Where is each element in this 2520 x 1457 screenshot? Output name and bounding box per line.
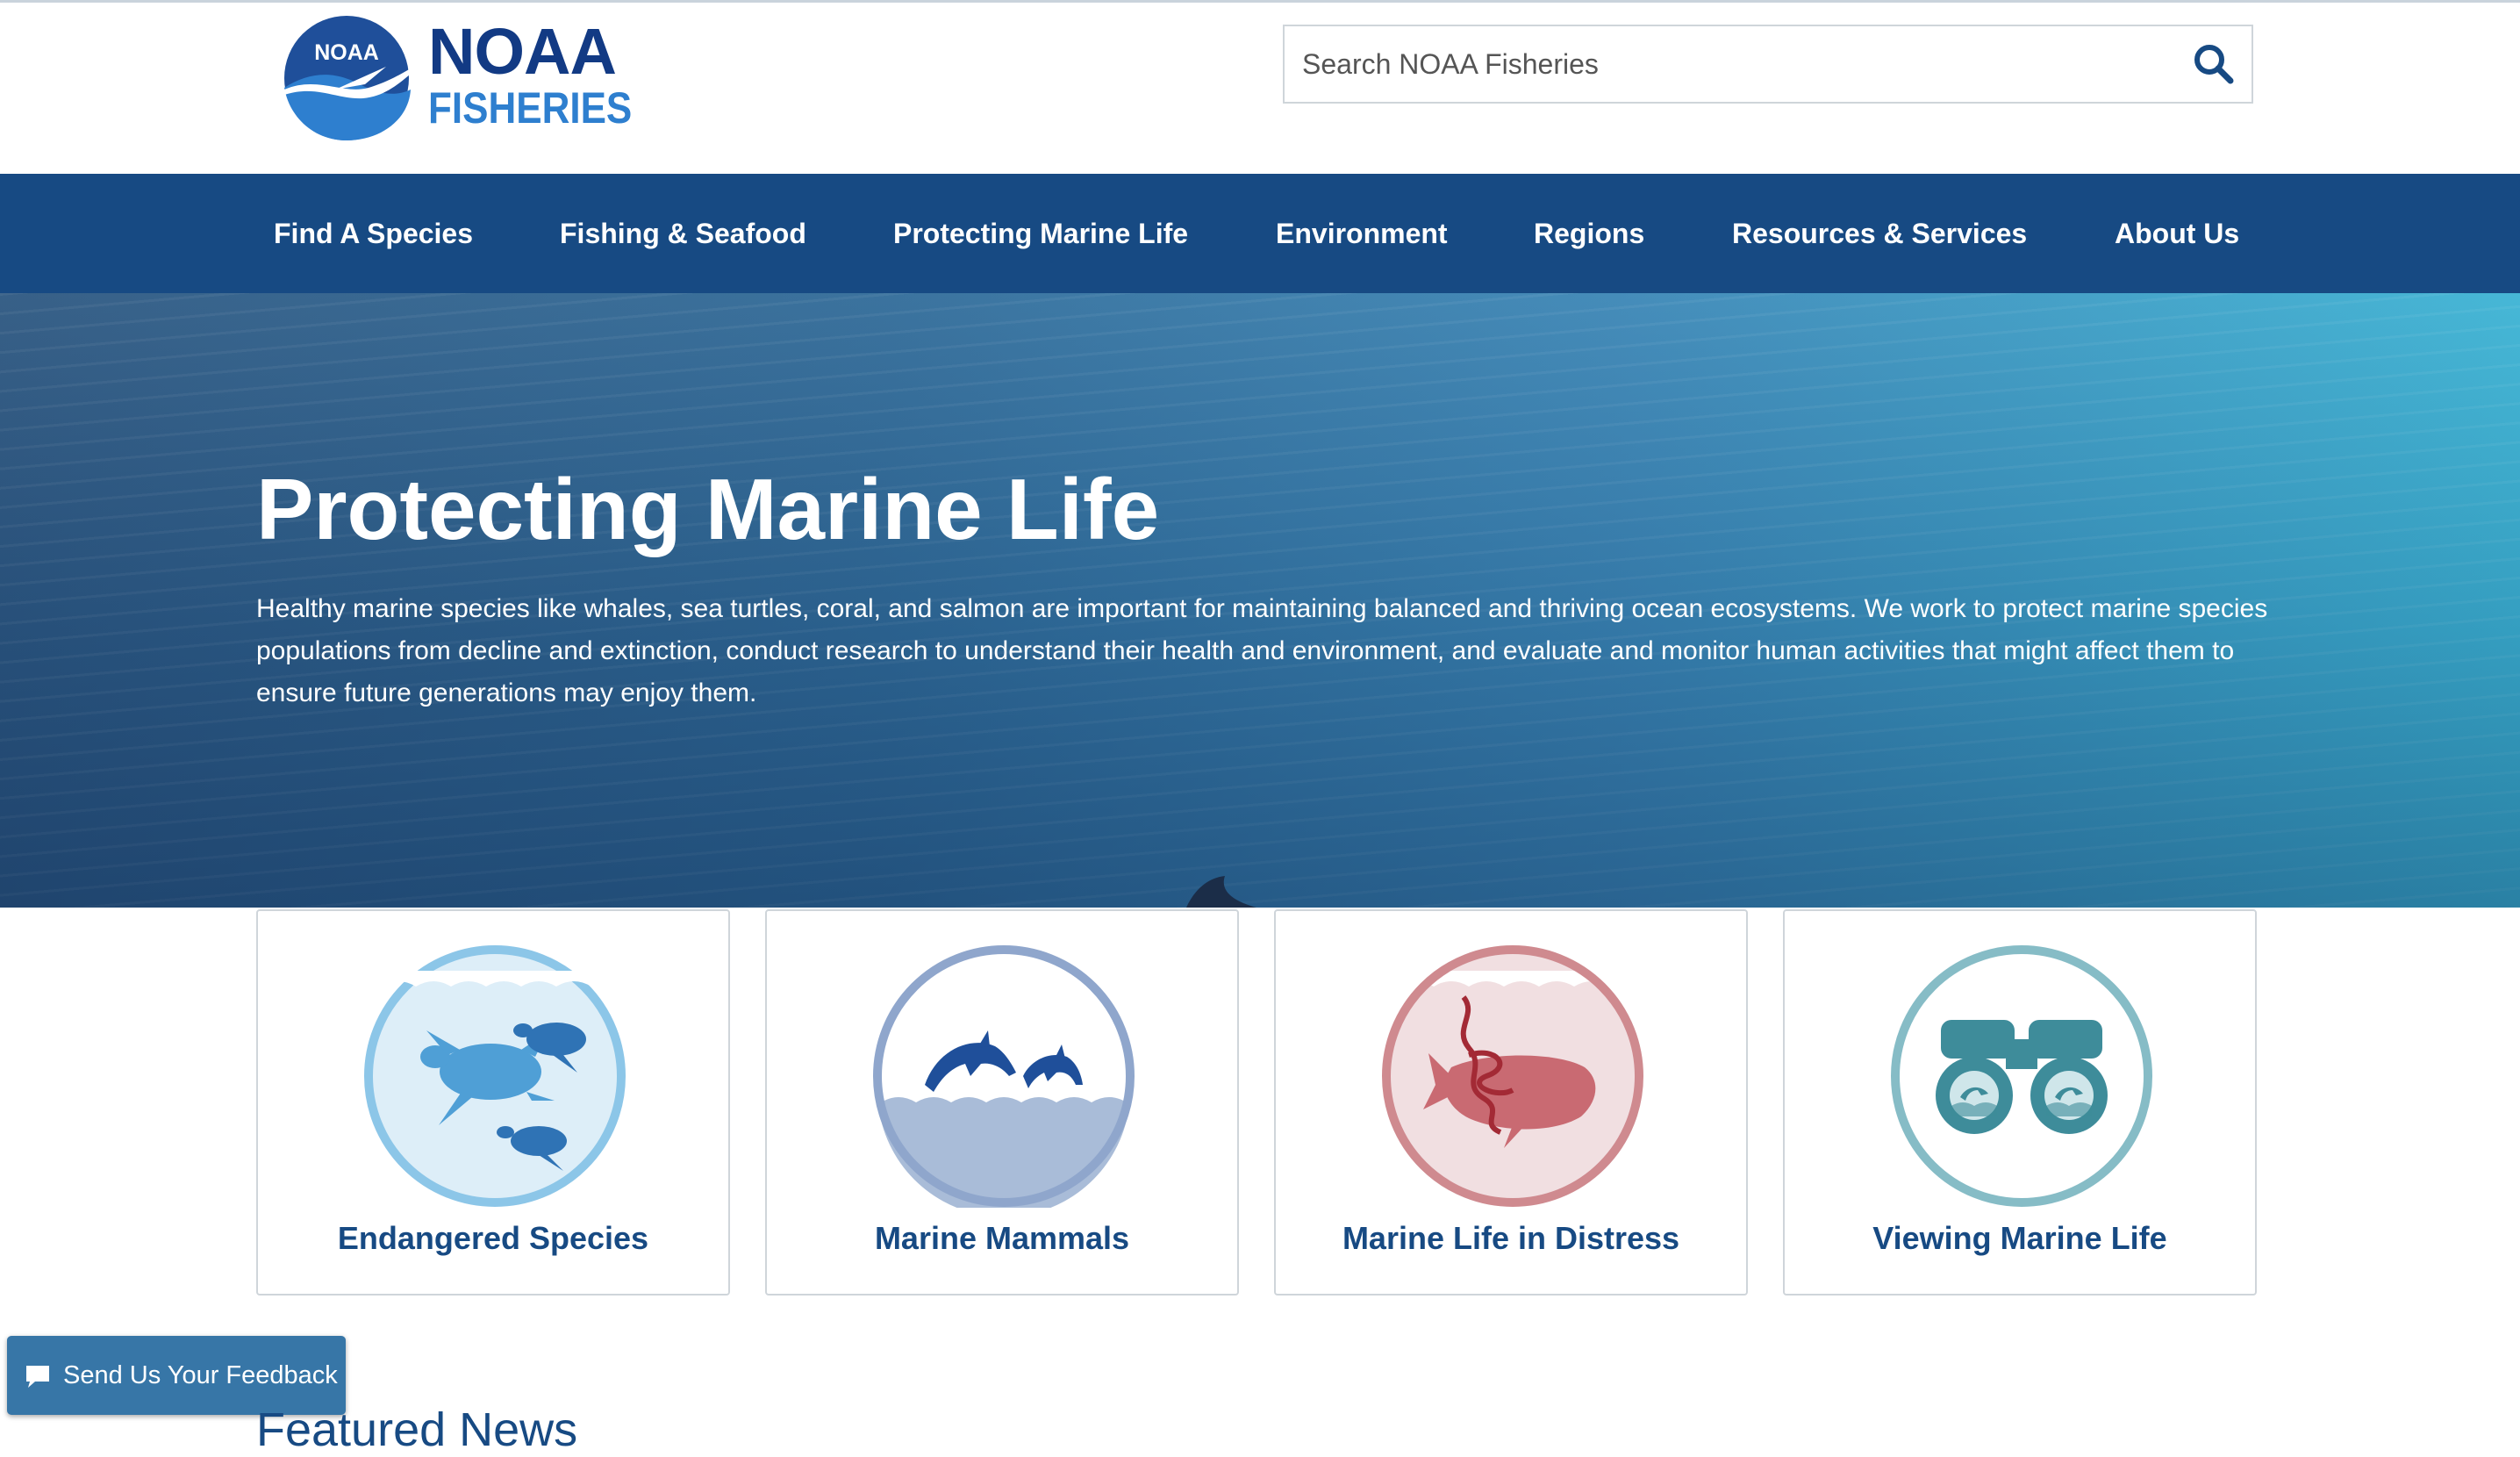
top-border [0, 0, 2520, 3]
card-endangered-species[interactable]: Endangered Species [256, 909, 730, 1296]
logo-emblem-text: NOAA [314, 40, 379, 65]
search-button[interactable] [2192, 42, 2236, 86]
nav-resources-services[interactable]: Resources & Services [1732, 174, 2027, 293]
search-box [1283, 25, 2253, 104]
entangled-whale-icon [1382, 945, 1643, 1207]
sea-turtles-icon [364, 945, 626, 1207]
nav-protecting-marine-life[interactable]: Protecting Marine Life [893, 174, 1188, 293]
binoculars-icon [1891, 945, 2152, 1207]
nav-environment[interactable]: Environment [1276, 174, 1448, 293]
hero-banner: Protecting Marine Life Healthy marine sp… [0, 293, 2520, 908]
dolphin-fin-icon [1186, 876, 1256, 908]
card-marine-life-in-distress[interactable]: Marine Life in Distress [1274, 909, 1748, 1296]
card-label: Endangered Species [337, 1220, 649, 1256]
card-label: Marine Mammals [874, 1220, 1130, 1256]
nav-find-a-species[interactable]: Find A Species [274, 174, 473, 293]
nav-regions[interactable]: Regions [1534, 174, 1644, 293]
nav-fishing-seafood[interactable]: Fishing & Seafood [560, 174, 806, 293]
card-viewing-marine-life[interactable]: Viewing Marine Life [1783, 909, 2257, 1296]
dolphins-icon [873, 945, 1135, 1208]
main-navigation: Find A Species Fishing & Seafood Protect… [0, 174, 2520, 293]
search-icon [2194, 45, 2234, 84]
card-label: Marine Life in Distress [1342, 1220, 1680, 1256]
card-marine-mammals[interactable]: Marine Mammals [765, 909, 1239, 1296]
logo-wordmark[interactable]: NOAA FISHERIES [428, 15, 660, 133]
featured-news-heading: Featured News [256, 1403, 578, 1456]
chat-bubble-icon [26, 1366, 49, 1388]
card-label: Viewing Marine Life [1872, 1220, 2167, 1256]
hero-description: Healthy marine species like whales, sea … [256, 594, 2268, 707]
logo-title: NOAA [428, 15, 617, 88]
page-title: Protecting Marine Life [256, 461, 1160, 557]
logo-subtitle: FISHERIES [428, 83, 633, 133]
search-input[interactable] [1285, 26, 2162, 102]
nav-about-us[interactable]: About Us [2115, 174, 2239, 293]
noaa-emblem-icon: NOAA [284, 16, 411, 140]
